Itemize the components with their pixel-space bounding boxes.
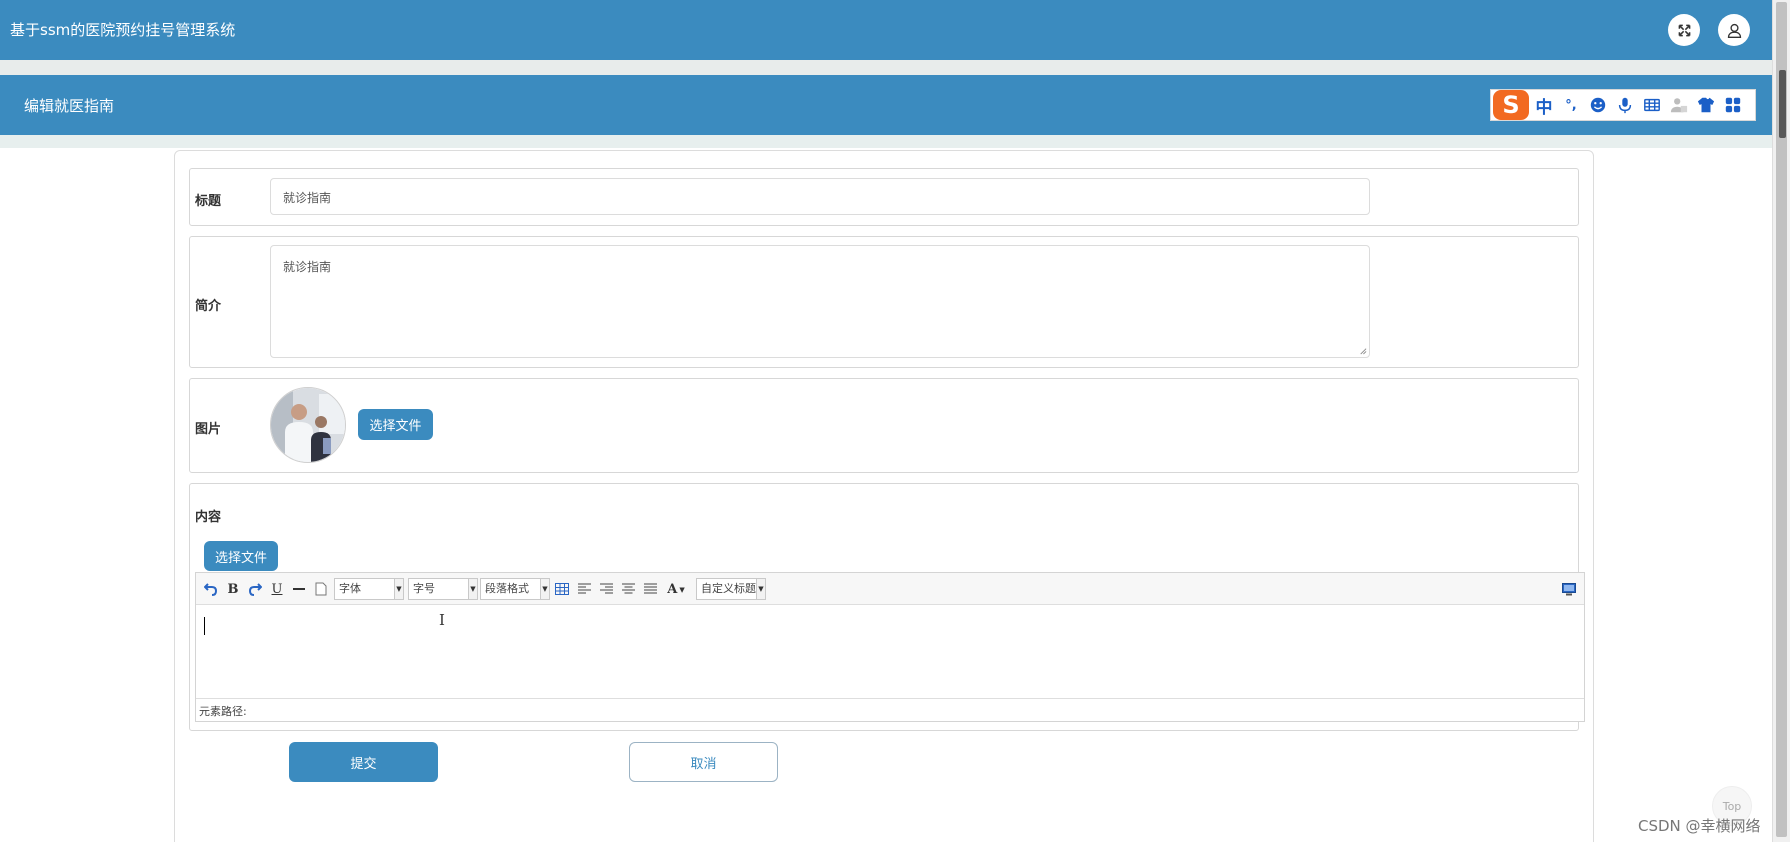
chevron-down-icon: ▼: [679, 584, 685, 594]
cancel-button[interactable]: 取消: [629, 742, 778, 782]
choose-content-file-button[interactable]: 选择文件: [204, 541, 278, 571]
ime-toolbar: S 中 °,: [1490, 89, 1756, 121]
form-row-title: 标题 就诊指南: [189, 168, 1579, 226]
content-label: 内容: [195, 510, 222, 525]
expand-icon: [1678, 24, 1690, 36]
resize-grip-icon[interactable]: [1358, 346, 1367, 355]
page-icon: [315, 582, 327, 596]
fullscreen-editor-button[interactable]: [1560, 579, 1578, 599]
submit-button[interactable]: 提交: [289, 742, 438, 782]
font-size-value: 字号: [413, 582, 435, 595]
watermark-text: CSDN @幸横网络: [1638, 817, 1761, 835]
text-caret: [204, 617, 205, 635]
intro-label: 简介: [195, 299, 222, 314]
paragraph-format-value: 段落格式: [485, 582, 529, 595]
element-path-bar: 元素路径:: [196, 698, 1584, 721]
align-left-button[interactable]: [575, 579, 593, 599]
chevron-down-icon: ▼: [540, 579, 549, 599]
undo-icon: [204, 583, 218, 596]
image-label: 图片: [195, 422, 222, 437]
sogou-logo[interactable]: S: [1493, 90, 1529, 120]
text-cursor-icon: I: [439, 611, 445, 629]
apps-icon[interactable]: [1721, 93, 1745, 117]
ime-punct-toggle[interactable]: °,: [1559, 93, 1583, 117]
intro-text: 就诊指南: [283, 260, 332, 274]
table-icon: [555, 583, 569, 595]
clear-format-button[interactable]: [312, 579, 330, 599]
editor-toolbar: B U 字体 ▼ 字号 ▼ 段落格式 ▼ A ▼ 自定义标题 ▼: [196, 573, 1584, 605]
undo-button[interactable]: [202, 579, 220, 599]
font-family-select[interactable]: 字体 ▼: [334, 578, 404, 600]
paragraph-format-select[interactable]: 段落格式 ▼: [480, 578, 550, 600]
image-preview: [270, 387, 346, 463]
fullscreen-button[interactable]: [1668, 14, 1700, 46]
horizontal-rule-icon: [293, 588, 305, 590]
align-center-icon: [621, 583, 635, 594]
align-right-button[interactable]: [597, 579, 615, 599]
align-justify-button[interactable]: [641, 579, 659, 599]
intro-textarea[interactable]: 就诊指南: [270, 245, 1370, 358]
underline-button[interactable]: U: [268, 579, 286, 599]
skin-icon[interactable]: [1694, 93, 1718, 117]
emoji-icon[interactable]: [1586, 93, 1610, 117]
title-label: 标题: [195, 194, 222, 209]
horizontal-rule-button[interactable]: [290, 579, 308, 599]
choose-image-button[interactable]: 选择文件: [358, 409, 433, 440]
element-path-label: 元素路径:: [199, 705, 247, 718]
page-header: 编辑就医指南 S 中 °,: [0, 75, 1772, 135]
top-bar: 基于ssm的医院预约挂号管理系统: [0, 0, 1772, 60]
chevron-down-icon: ▼: [394, 579, 403, 599]
monitor-icon: [1562, 582, 1576, 595]
insert-table-button[interactable]: [553, 579, 571, 599]
user-icon: [1727, 23, 1741, 38]
align-right-icon: [599, 583, 613, 594]
custom-title-value: 自定义标题: [701, 582, 756, 595]
user-menu-button[interactable]: [1718, 14, 1750, 46]
form-row-image: 图片 选择文件: [189, 378, 1579, 473]
align-justify-icon: [643, 583, 657, 594]
chevron-down-icon: ▼: [468, 579, 477, 599]
chevron-down-icon: ▼: [756, 579, 765, 599]
bold-button[interactable]: B: [224, 579, 242, 599]
font-size-select[interactable]: 字号 ▼: [408, 578, 478, 600]
editor-content-area[interactable]: I: [196, 605, 1584, 699]
form-row-intro: 简介 就诊指南: [189, 236, 1579, 368]
doctor-photo-icon: [271, 388, 345, 462]
redo-button[interactable]: [246, 579, 264, 599]
header-spacer: [0, 60, 1772, 75]
align-left-icon: [577, 583, 591, 594]
user-icon[interactable]: [1667, 93, 1691, 117]
font-family-value: 字体: [339, 582, 361, 595]
app-title: 基于ssm的医院预约挂号管理系统: [10, 21, 236, 39]
title-input[interactable]: 就诊指南: [270, 178, 1370, 215]
align-center-button[interactable]: [619, 579, 637, 599]
scrollbar-marker: [1779, 70, 1786, 138]
microphone-icon[interactable]: [1613, 93, 1637, 117]
custom-title-select[interactable]: 自定义标题 ▼: [696, 578, 766, 600]
font-color-button[interactable]: A ▼: [663, 579, 689, 599]
rich-text-editor: B U 字体 ▼ 字号 ▼ 段落格式 ▼ A ▼ 自定义标题 ▼ I 元素路径:: [195, 572, 1585, 722]
font-color-label: A: [667, 581, 678, 597]
page-title: 编辑就医指南: [24, 97, 115, 115]
ime-mode-toggle[interactable]: 中: [1532, 93, 1556, 118]
keyboard-icon[interactable]: [1640, 93, 1664, 117]
redo-icon: [248, 583, 262, 596]
